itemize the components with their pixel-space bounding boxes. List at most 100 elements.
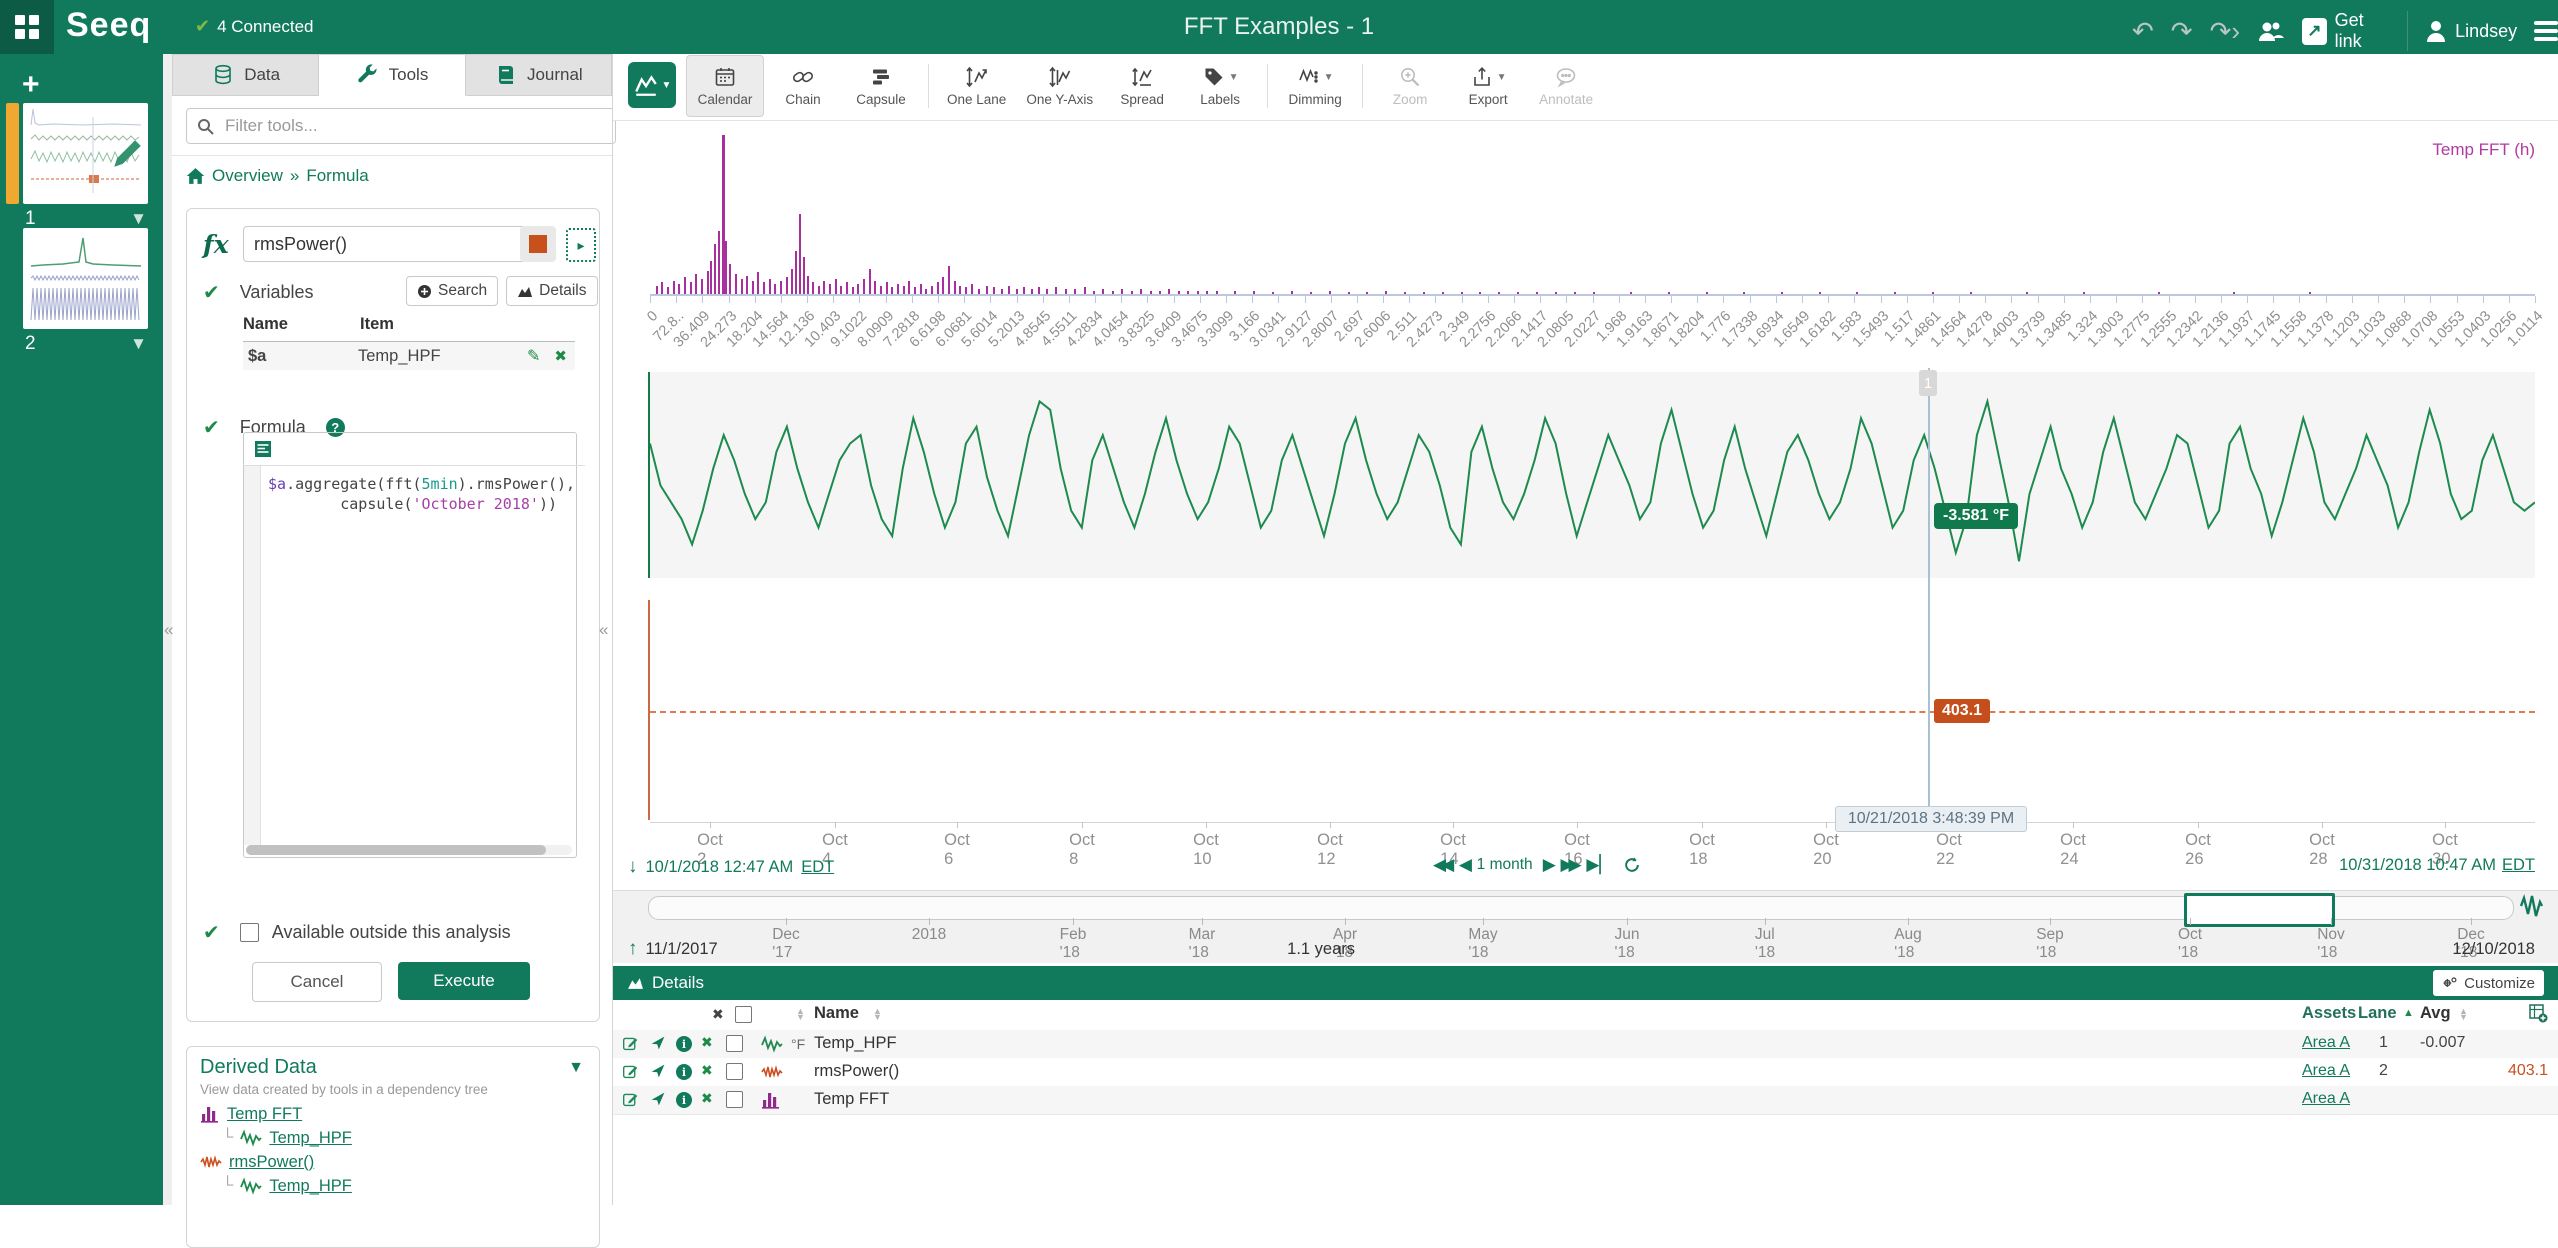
toolbar-button-dimming[interactable]: ▼ Dimming xyxy=(1276,55,1354,117)
timeline-waveform-icon[interactable] xyxy=(2518,893,2544,919)
table-row-rmspower-[interactable]: i ✖ rmsPower() Area A 2 403.1 xyxy=(613,1058,2558,1087)
view-mode-button[interactable]: ▼ xyxy=(628,62,676,108)
send-icon[interactable] xyxy=(650,1091,666,1107)
edit-variable-icon[interactable]: ✎ xyxy=(527,346,540,366)
undo-icon[interactable]: ↶ xyxy=(2132,18,2154,44)
info-icon[interactable]: i xyxy=(676,1036,692,1052)
filter-tools-input[interactable] xyxy=(223,115,605,137)
collapse-chevron-icon[interactable]: ▼ xyxy=(568,1059,584,1077)
remove-variable-icon[interactable]: ✖ xyxy=(554,347,567,365)
send-icon[interactable] xyxy=(650,1063,666,1079)
name-column-header[interactable]: Name xyxy=(814,1004,859,1023)
duration-label[interactable]: 1 month xyxy=(1477,856,1533,874)
row-checkbox[interactable] xyxy=(726,1091,743,1108)
info-icon[interactable]: i xyxy=(676,1092,692,1108)
search-button[interactable]: Search xyxy=(406,276,499,306)
redo-icon[interactable]: ↷ xyxy=(2171,18,2193,44)
edit-icon[interactable] xyxy=(622,1035,639,1052)
formula-code[interactable]: $a.aggregate(fft(5min).rmsPower(), capsu… xyxy=(268,474,575,514)
seeq-logo[interactable]: Seeq xyxy=(66,6,151,45)
toolbar-button-chain[interactable]: Chain xyxy=(764,55,842,117)
select-all-checkbox[interactable] xyxy=(735,1006,752,1023)
toolbar-button-spread[interactable]: Spread xyxy=(1103,55,1181,117)
investigate-range-start[interactable]: 11/1/2017 xyxy=(646,940,718,959)
edit-icon[interactable] xyxy=(622,1091,639,1108)
dock-panel-icon[interactable]: ▸ xyxy=(566,228,596,262)
rms-chart-plot[interactable] xyxy=(650,600,2535,820)
step-forward-fast-icon[interactable]: ▶▶ xyxy=(1560,855,1581,875)
tree-child-item[interactable]: └ Temp_HPF xyxy=(200,1126,352,1150)
add-worksheet-button[interactable]: + xyxy=(22,68,40,102)
filter-tools-searchbox[interactable] xyxy=(186,108,616,144)
get-link-button[interactable]: ↗ Get link xyxy=(2302,10,2390,52)
tab-journal[interactable]: Journal xyxy=(465,54,612,96)
cancel-button[interactable]: Cancel xyxy=(252,962,382,1002)
user-menu[interactable]: Lindsey xyxy=(2425,19,2517,43)
home-icon[interactable] xyxy=(186,167,205,185)
info-icon[interactable]: i xyxy=(676,1064,692,1080)
step-to-end-icon[interactable]: ▶▏ xyxy=(1586,855,1612,875)
details-button[interactable]: Details xyxy=(506,276,598,306)
lane-column-header[interactable]: Lane xyxy=(2358,1004,2397,1023)
temp-chart-plot[interactable] xyxy=(650,372,2535,578)
remove-icon[interactable]: ✖ xyxy=(701,1090,713,1107)
step-back-icon[interactable]: ◀ xyxy=(1459,855,1472,875)
available-outside-checkbox[interactable] xyxy=(239,923,259,942)
toolbar-button-calendar[interactable]: Calendar xyxy=(686,55,764,117)
display-range-end[interactable]: 10/31/2018 10:47 AM xyxy=(2339,856,2496,875)
row-checkbox[interactable] xyxy=(726,1063,743,1080)
toolbar-button-one-lane[interactable]: One Lane xyxy=(937,55,1016,117)
sort-icon[interactable]: ▲ ▼ xyxy=(2459,1007,2468,1022)
avg-column-header[interactable]: Avg xyxy=(2420,1004,2451,1023)
table-row-temp-fft[interactable]: i ✖ Temp FFT Area A xyxy=(613,1086,2558,1115)
add-column-icon[interactable] xyxy=(2528,1003,2548,1023)
tree-child-item[interactable]: └ Temp_HPF xyxy=(200,1174,352,1198)
execute-button[interactable]: Execute xyxy=(398,962,530,1000)
users-icon[interactable] xyxy=(2257,19,2285,43)
worksheet-thumbnail-2[interactable] xyxy=(23,228,148,329)
row-asset-link[interactable]: Area A xyxy=(2302,1090,2350,1108)
tree-item[interactable]: Temp FFT xyxy=(200,1102,352,1126)
toolbar-button-capsule[interactable]: Capsule xyxy=(842,55,920,117)
fft-chart-plot[interactable] xyxy=(650,127,2535,294)
step-back-fast-icon[interactable]: ◀◀ xyxy=(1433,855,1454,875)
end-timezone-link[interactable]: EDT xyxy=(2502,856,2535,875)
toolbar-button-labels[interactable]: ▼ Labels xyxy=(1181,55,1259,117)
collapse-panel-left-icon[interactable]: « xyxy=(164,620,173,640)
send-icon[interactable] xyxy=(650,1035,666,1051)
worksheet-2-chevron-down-icon[interactable]: ▼ xyxy=(130,334,147,354)
refresh-icon[interactable] xyxy=(1623,856,1641,874)
edit-icon[interactable] xyxy=(622,1063,639,1080)
remove-icon[interactable]: ✖ xyxy=(701,1062,713,1079)
remove-icon[interactable]: ✖ xyxy=(701,1034,713,1051)
timeline-selection-box[interactable] xyxy=(2184,893,2335,927)
editor-hscrollbar-thumb[interactable] xyxy=(246,845,546,855)
customize-button[interactable]: Customize xyxy=(2433,970,2544,996)
worksheet-thumbnail-1[interactable] xyxy=(23,103,148,204)
investigate-range-end[interactable]: 12/10/2018 xyxy=(2452,940,2535,959)
sort-icon[interactable]: ▲ ▼ xyxy=(873,1007,882,1022)
display-range-start[interactable]: 10/1/2018 12:47 AM xyxy=(646,858,794,877)
breadcrumb-overview[interactable]: Overview xyxy=(212,166,283,186)
tab-data[interactable]: Data xyxy=(172,54,320,96)
sort-icon[interactable]: ▲ ▼ xyxy=(796,1007,805,1022)
tab-tools[interactable]: Tools xyxy=(319,54,466,96)
remove-all-icon[interactable]: ✖ xyxy=(712,1006,724,1023)
row-asset-link[interactable]: Area A xyxy=(2302,1062,2350,1080)
formula-name-input[interactable] xyxy=(243,226,531,262)
hamburger-menu-icon[interactable] xyxy=(2534,17,2558,46)
tree-item[interactable]: rmsPower() xyxy=(200,1150,352,1174)
app-switcher-icon[interactable] xyxy=(0,0,54,54)
start-timezone-link[interactable]: EDT xyxy=(801,858,834,877)
table-row-temp-hpf[interactable]: i ✖ °F Temp_HPF Area A 1 -0.007 xyxy=(613,1030,2558,1059)
toolbar-button-export[interactable]: ▼ Export xyxy=(1449,55,1527,117)
worksheet-1-chevron-down-icon[interactable]: ▼ xyxy=(130,209,147,229)
redo-all-icon[interactable]: ↷› xyxy=(2210,18,2240,44)
collapse-panel-right-icon[interactable]: « xyxy=(599,620,608,640)
step-forward-icon[interactable]: ▶ xyxy=(1543,855,1556,875)
row-asset-link[interactable]: Area A xyxy=(2302,1034,2350,1052)
color-swatch-button[interactable] xyxy=(520,226,556,262)
toolbar-button-one-y-axis[interactable]: One Y-Axis xyxy=(1016,55,1103,117)
assets-column-header[interactable]: Assets xyxy=(2302,1004,2356,1023)
row-checkbox[interactable] xyxy=(726,1035,743,1052)
